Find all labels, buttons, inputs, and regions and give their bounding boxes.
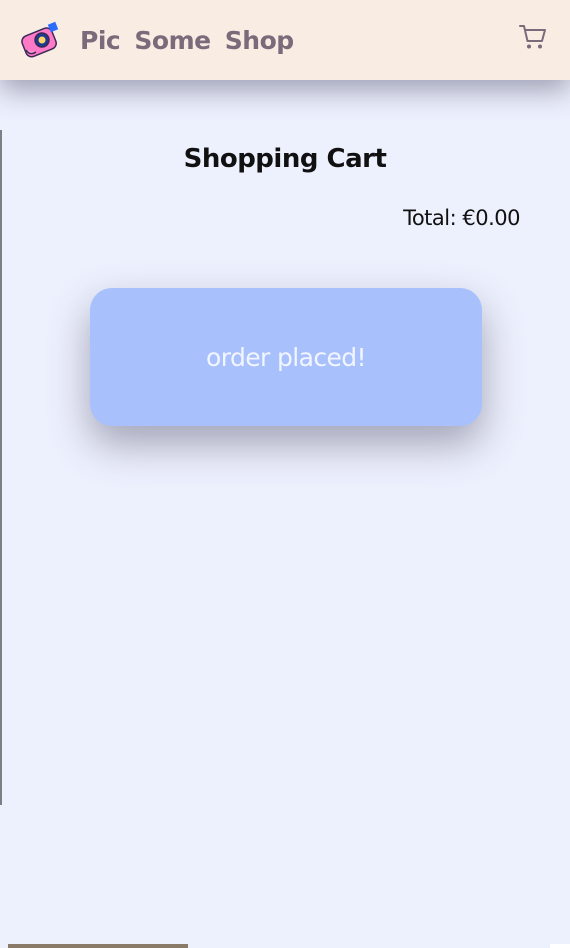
bottom-image-strip	[8, 944, 188, 948]
window-edge-divider	[0, 130, 2, 805]
app-header: Pic Some Shop	[0, 0, 570, 80]
page-title: Shopping Cart	[183, 144, 387, 174]
brand-title[interactable]: Pic Some Shop	[80, 26, 294, 55]
place-order-button[interactable]: order placed!	[90, 288, 482, 426]
bottom-divider	[550, 944, 570, 948]
cart-total: Total: €0.00	[403, 206, 520, 230]
shopping-cart-icon[interactable]	[518, 22, 548, 52]
cart-page: Shopping Cart Total: €0.00 order placed!	[0, 80, 570, 948]
camera-logo-icon[interactable]	[20, 20, 60, 60]
